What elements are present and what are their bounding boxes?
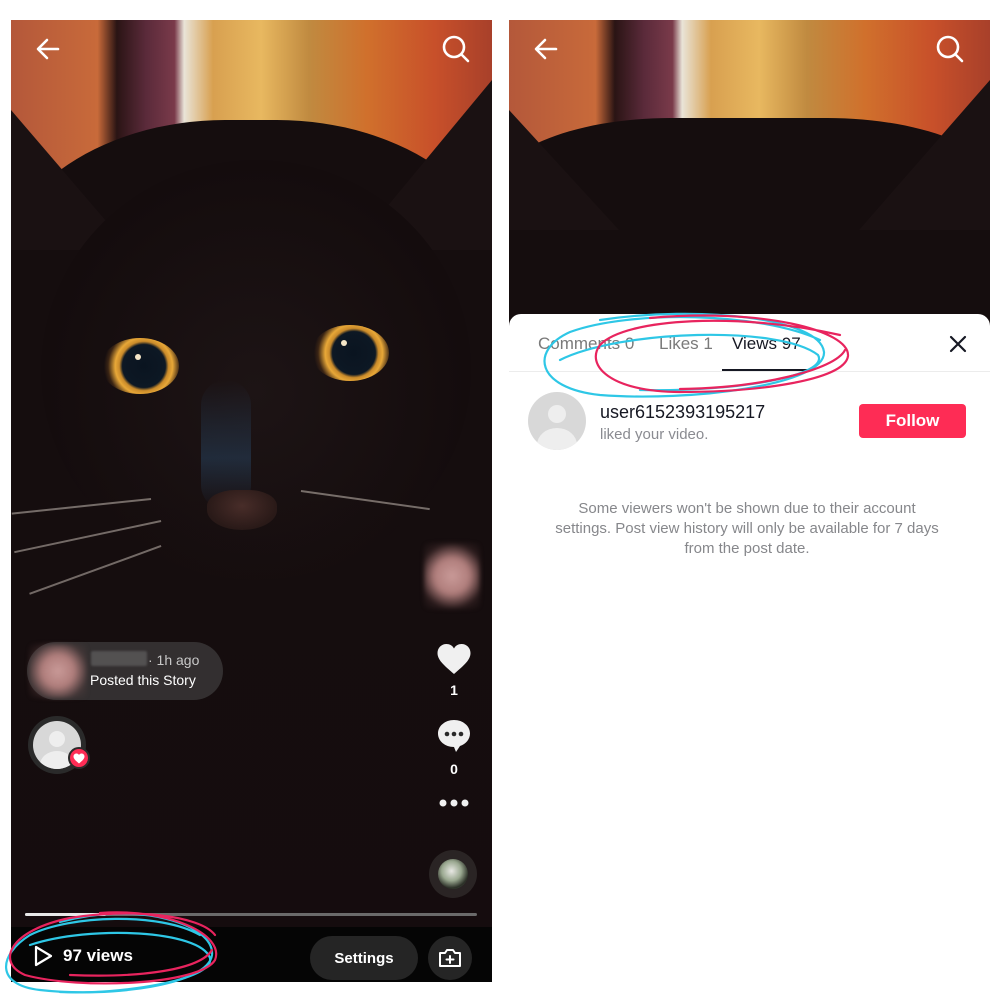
close-icon <box>949 335 967 353</box>
follow-button[interactable]: Follow <box>859 404 966 438</box>
list-item[interactable]: user6152393195217 liked your video. Foll… <box>509 390 990 454</box>
like-button[interactable] <box>424 642 484 681</box>
user-avatar[interactable] <box>528 392 586 450</box>
tab-likes[interactable]: Likes 1 <box>659 334 713 354</box>
tab-comments[interactable]: Comments 0 <box>538 334 634 354</box>
story-viewer-screen: · 1h ago Posted this Story 1 0 97 views <box>11 20 492 982</box>
username[interactable]: user6152393195217 <box>600 402 765 423</box>
camera-plus-icon <box>439 949 461 967</box>
views-count: 97 views <box>63 946 133 965</box>
search-icon <box>936 35 964 63</box>
search-button[interactable] <box>441 34 471 64</box>
blurred-profile-thumbnail[interactable] <box>424 543 480 609</box>
privacy-notice: Some viewers won't be shown due to their… <box>555 500 939 557</box>
story-time: · 1h ago <box>148 652 200 668</box>
views-sheet-screen: Comments 0 Likes 1 Views 97 user61523931… <box>509 20 990 982</box>
activity-tabs: Comments 0 Likes 1 Views 97 <box>509 314 990 372</box>
like-count: 1 <box>450 682 458 698</box>
story-text: Posted this Story <box>90 672 196 688</box>
music-cover-image <box>438 859 468 889</box>
activity-text: liked your video. <box>600 426 709 443</box>
search-button[interactable] <box>935 34 965 64</box>
bottom-bar: 97 views Settings <box>11 927 492 982</box>
activity-sheet: Comments 0 Likes 1 Views 97 user61523931… <box>509 314 990 982</box>
search-icon <box>442 35 470 63</box>
play-icon <box>34 945 53 967</box>
close-button[interactable] <box>945 331 971 357</box>
cat-ear-left <box>509 110 619 230</box>
comment-count: 0 <box>450 761 458 777</box>
playback-progress[interactable] <box>25 913 477 916</box>
views-button[interactable]: 97 views <box>33 945 133 967</box>
photo-shade <box>11 20 492 982</box>
active-tab-indicator <box>722 369 810 371</box>
cat-photo <box>509 20 990 378</box>
back-button[interactable] <box>531 34 561 64</box>
heart-icon <box>73 753 85 763</box>
comment-bubble-icon <box>438 720 470 752</box>
cat-photo <box>11 20 492 982</box>
music-disc[interactable] <box>429 850 477 898</box>
add-story-button[interactable] <box>428 936 472 980</box>
cat-ear-right <box>859 80 990 230</box>
blurred-thumbnail <box>29 644 87 698</box>
tab-views[interactable]: Views 97 <box>732 334 801 354</box>
arrow-left-icon <box>534 38 558 60</box>
settings-button[interactable]: Settings <box>310 936 418 980</box>
comment-button[interactable] <box>424 717 484 758</box>
ellipsis-icon <box>439 799 469 807</box>
heart-icon <box>437 644 471 674</box>
playback-progress-fill <box>25 913 107 916</box>
more-options-button[interactable] <box>424 796 484 814</box>
blurred-username <box>91 651 147 666</box>
liked-badge <box>68 747 90 769</box>
arrow-left-icon <box>36 38 60 60</box>
back-button[interactable] <box>33 34 63 64</box>
